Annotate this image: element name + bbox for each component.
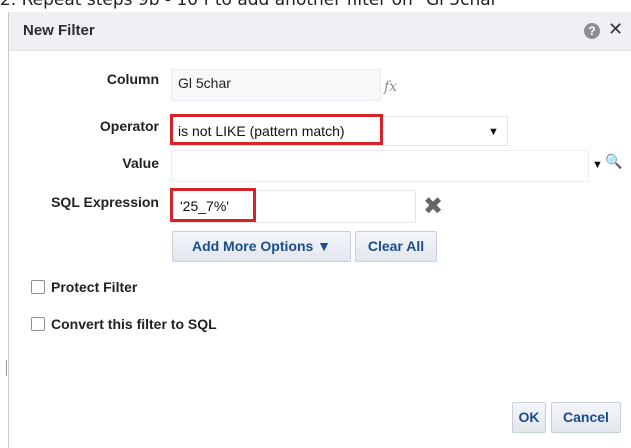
convert-to-sql-option[interactable]: Convert this filter to SQL	[31, 316, 217, 332]
close-icon[interactable]: ✕	[608, 19, 623, 40]
dialog-title-bar: New Filter ? ✕	[9, 12, 631, 51]
add-more-options-button[interactable]: Add More Options ▼	[172, 231, 351, 262]
search-icon[interactable]: 🔍	[605, 153, 622, 170]
value-label: Value	[122, 155, 159, 171]
operator-label: Operator	[99, 118, 159, 134]
convert-to-sql-checkbox[interactable]	[31, 317, 45, 331]
clear-all-button[interactable]: Clear All	[355, 231, 437, 262]
help-icon[interactable]: ?	[584, 23, 600, 39]
sql-expression-field[interactable]: '25_7%'	[170, 188, 416, 223]
dialog-title: New Filter	[23, 22, 95, 39]
new-filter-dialog: New Filter ? ✕ Column Gl 5char fx Operat…	[8, 12, 631, 448]
operator-select[interactable]: is not LIKE (pattern match) ▼	[170, 114, 508, 146]
convert-to-sql-label: Convert this filter to SQL	[51, 316, 217, 332]
resize-handle	[6, 360, 7, 376]
value-dropdown-icon[interactable]: ▼	[592, 159, 603, 171]
protect-filter-checkbox[interactable]	[31, 280, 45, 294]
clear-expression-icon[interactable]: ✖	[423, 194, 443, 218]
column-field: Gl 5char	[171, 69, 381, 101]
column-label: Column	[106, 71, 159, 87]
cancel-button[interactable]: Cancel	[551, 402, 621, 433]
protect-filter-label: Protect Filter	[51, 279, 138, 295]
sql-highlight-box	[170, 188, 256, 222]
background-instruction-text: 2. Repeat steps 9b - 10 f to add another…	[0, 0, 631, 9]
operator-highlight-box	[170, 114, 383, 145]
ok-button[interactable]: OK	[512, 402, 546, 433]
chevron-down-icon[interactable]: ▼	[488, 126, 499, 138]
protect-filter-option[interactable]: Protect Filter	[31, 279, 137, 295]
sql-expression-label: SQL Expression	[51, 194, 159, 210]
column-value: Gl 5char	[178, 75, 231, 91]
fx-icon[interactable]: fx	[384, 79, 397, 95]
value-field[interactable]	[171, 150, 589, 182]
